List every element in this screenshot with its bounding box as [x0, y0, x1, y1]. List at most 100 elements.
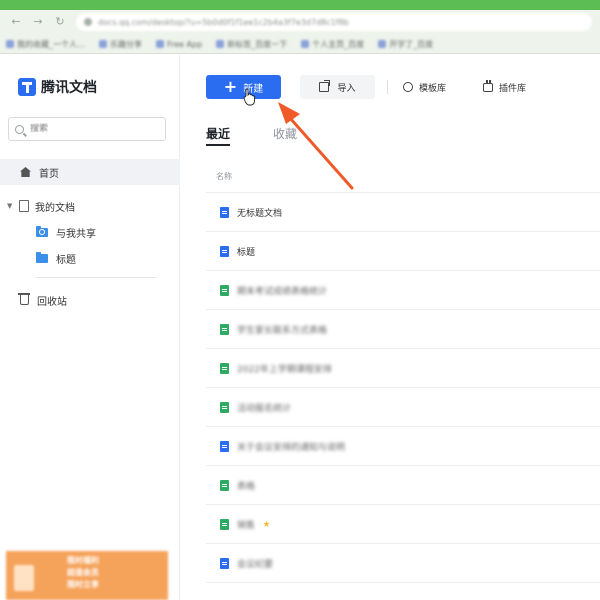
caret-down-icon[interactable]: ▼	[7, 202, 13, 210]
trash-icon	[18, 293, 30, 305]
bookmark-label: 个人主页_百度	[312, 39, 365, 49]
template-library-label: 模板库	[419, 83, 447, 94]
import-button-label: 导入	[337, 83, 356, 94]
file-name: 表格	[237, 481, 256, 492]
template-icon	[403, 82, 413, 92]
promo-line: 限时立享	[67, 580, 99, 589]
file-row[interactable]: 无标题文档	[206, 193, 600, 231]
browser-chrome: ← → ↻ docs.qq.com/desktop/?u=5b0d0f1f1ee…	[0, 0, 600, 54]
sidebar-item-label: 回收站	[37, 296, 67, 308]
file-row[interactable]: 表格	[206, 466, 600, 504]
main-content: + 新建 导入 模板库 插件库 最近 收藏 名称 无标题文档 标题 期末考试成绩表格…	[181, 55, 600, 600]
bookmark-label: 我的收藏_一个人…	[17, 39, 85, 49]
mouse-cursor-icon	[243, 88, 255, 106]
plugin-library-label: 插件库	[499, 83, 527, 94]
bookmarks-bar: 我的收藏_一个人… 乐趣分享 Free App 新标签_百度一下 个人主页_百度…	[0, 36, 600, 52]
bookmark-item[interactable]: 乐趣分享	[99, 39, 142, 50]
bookmark-icon	[301, 40, 310, 48]
sheet-file-icon	[220, 323, 229, 335]
sidebar-item-shared-with-me[interactable]: 与我共享	[0, 221, 180, 243]
promo-line: 限时福利	[67, 556, 99, 565]
doc-file-icon	[220, 557, 229, 569]
lock-icon	[84, 18, 92, 26]
promo-banner[interactable]: 限时福利 超值会员 限时立享	[6, 551, 168, 600]
bookmark-item[interactable]: Free App	[156, 40, 202, 49]
file-row[interactable]: 学生家长联系方式表格	[206, 310, 600, 348]
bookmark-label: Free App	[167, 39, 203, 49]
template-library-button[interactable]: 模板库	[403, 75, 446, 99]
file-row[interactable]: 期末考试成绩表格统计	[206, 271, 600, 309]
address-row: ← → ↻ docs.qq.com/desktop/?u=5b0d0f1f1ee…	[0, 12, 600, 32]
file-name: 无标题文档	[237, 208, 283, 219]
app-name: 腾讯文档	[41, 80, 97, 96]
home-icon	[20, 167, 31, 177]
bookmark-label: 开学了_百度	[389, 39, 434, 49]
file-row[interactable]: 标题	[206, 232, 600, 270]
sidebar-item-label: 与我共享	[56, 228, 96, 240]
plus-icon: +	[223, 77, 238, 96]
search-input[interactable]	[30, 124, 150, 134]
file-row[interactable]: 活动报名统计	[206, 388, 600, 426]
file-row[interactable]: 关于会议安排的通知与说明	[206, 427, 600, 465]
bookmark-label: 新标签_百度一下	[227, 39, 288, 49]
file-row[interactable]: 会议纪要	[206, 544, 600, 582]
column-header-name[interactable]: 名称	[216, 171, 232, 182]
import-button[interactable]: 导入	[300, 75, 375, 99]
file-row[interactable]: 2022年上学期课程安排	[206, 349, 600, 387]
doc-file-icon	[220, 245, 229, 257]
active-tab-indicator	[206, 144, 230, 146]
star-icon[interactable]	[263, 520, 270, 527]
forward-icon[interactable]: →	[32, 16, 44, 28]
back-icon[interactable]: ←	[10, 16, 22, 28]
list-divider	[206, 582, 600, 583]
bookmark-label: 乐趣分享	[110, 39, 142, 49]
tab-recent[interactable]: 最近	[206, 125, 230, 142]
sidebar: 腾讯文档 首页 ▼ 我的文档 与我共享 标题 回收站 限时福利 超值会员 限时立…	[0, 55, 180, 600]
doc-file-icon	[220, 206, 229, 218]
sidebar-item-home[interactable]: 首页	[0, 159, 180, 185]
shared-folder-icon	[36, 225, 48, 237]
file-name: 活动报名统计	[237, 403, 292, 414]
file-row[interactable]: 销售	[206, 505, 600, 543]
file-name: 学生家长联系方式表格	[237, 325, 328, 336]
file-name: 关于会议安排的通知与说明	[237, 442, 346, 453]
document-icon	[19, 200, 29, 212]
app-logo[interactable]: 腾讯文档	[18, 77, 97, 97]
toolbar-divider	[387, 80, 388, 94]
bookmark-icon	[6, 40, 14, 48]
reload-icon[interactable]: ↻	[54, 16, 66, 28]
sheet-file-icon	[220, 362, 229, 374]
folder-icon	[36, 251, 48, 263]
sidebar-divider	[36, 277, 156, 278]
bookmark-item[interactable]: 我的收藏_一个人…	[6, 39, 85, 50]
promo-badge	[14, 565, 34, 591]
url-text: docs.qq.com/desktop/?u=5b0d0f1f1ee1c2b4a…	[98, 17, 349, 27]
import-icon	[319, 80, 331, 92]
address-bar[interactable]: docs.qq.com/desktop/?u=5b0d0f1f1ee1c2b4a…	[76, 13, 592, 31]
sheet-file-icon	[220, 479, 229, 491]
bookmark-icon	[216, 40, 225, 48]
promo-text: 限时福利 超值会员 限时立享	[48, 555, 118, 591]
sidebar-item-folder-title[interactable]: 标题	[0, 247, 180, 269]
browser-tab-strip[interactable]	[0, 0, 600, 10]
file-name: 销售	[237, 520, 256, 531]
search-box[interactable]	[8, 117, 166, 141]
sidebar-item-my-docs[interactable]: ▼ 我的文档	[0, 195, 180, 217]
bookmark-item[interactable]: 开学了_百度	[378, 39, 433, 50]
bookmark-item[interactable]: 个人主页_百度	[301, 39, 364, 50]
sidebar-item-trash[interactable]: 回收站	[0, 289, 180, 311]
sidebar-item-label: 首页	[39, 168, 59, 180]
tencent-docs-logo-icon	[18, 78, 36, 96]
bookmark-icon	[378, 40, 387, 48]
file-name: 会议纪要	[237, 559, 274, 570]
sheet-file-icon	[220, 401, 229, 413]
file-name: 期末考试成绩表格统计	[237, 286, 328, 297]
file-name: 标题	[237, 247, 256, 258]
sheet-file-icon	[220, 284, 229, 296]
sidebar-item-label: 我的文档	[35, 202, 75, 214]
bookmark-icon	[156, 40, 164, 48]
plugin-library-button[interactable]: 插件库	[483, 75, 526, 99]
bookmark-item[interactable]: 新标签_百度一下	[216, 39, 287, 50]
tab-favorites[interactable]: 收藏	[273, 125, 297, 142]
plugin-icon	[483, 79, 493, 92]
